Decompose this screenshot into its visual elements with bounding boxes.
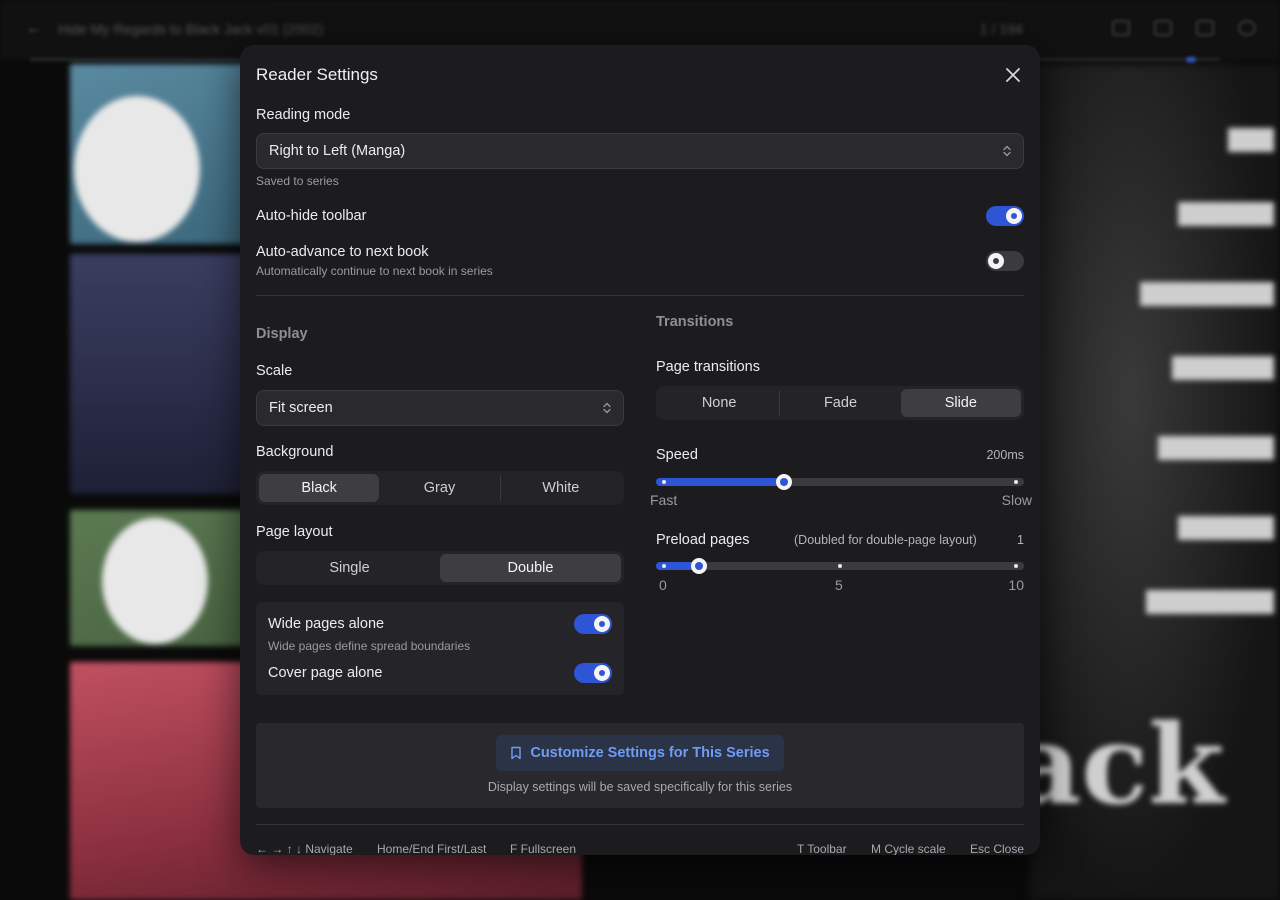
speech-bubble	[74, 96, 200, 242]
wide-pages-alone-description: Wide pages define spread boundaries	[268, 639, 471, 653]
scale-label: Scale	[256, 363, 293, 379]
back-arrow-icon[interactable]: ←	[26, 20, 42, 38]
page-indicator: 1 / 194	[980, 21, 1023, 37]
background-option-white[interactable]: White	[501, 474, 621, 502]
page-layout-label: Page layout	[256, 524, 333, 540]
auto-hide-toolbar-label: Auto-hide toolbar	[256, 208, 367, 224]
book-title: Hide My Regards to Black Jack v01 (2002)	[58, 21, 324, 37]
reader-settings-dialog: Reader Settings Reading mode Right to Le…	[240, 45, 1040, 855]
close-icon	[1006, 68, 1020, 82]
preview-text-block	[1158, 436, 1274, 460]
reading-mode-note: Saved to series	[256, 174, 339, 188]
page-transitions-segmented-control: None Fade Slide	[656, 386, 1024, 420]
preload-tick-label-min: 0	[659, 577, 667, 593]
page-layout-segmented-control: Single Double	[256, 551, 624, 585]
auto-advance-label: Auto-advance to next book	[256, 244, 429, 260]
shortcut-fullscreen: F Fullscreen	[510, 842, 577, 855]
footer-divider	[256, 824, 1024, 825]
bookmark-icon	[511, 746, 522, 760]
toggle-knob	[1006, 208, 1022, 224]
reading-mode-label: Reading mode	[256, 107, 351, 123]
reading-mode-value: Right to Left (Manga)	[269, 143, 406, 159]
slider-tick	[662, 480, 666, 484]
background-option-black[interactable]: Black	[259, 474, 380, 502]
customize-series-button-label: Customize Settings for This Series	[530, 745, 770, 761]
reading-progress-handle[interactable]	[1186, 57, 1196, 63]
customize-series-button[interactable]: Customize Settings for This Series	[496, 735, 784, 771]
preload-tick-label-mid: 5	[835, 577, 843, 593]
shortcut-toolbar: T Toolbar	[797, 842, 847, 855]
slider-tick	[1014, 480, 1018, 484]
page-layout-option-single[interactable]: Single	[259, 554, 440, 582]
transition-option-slide[interactable]: Slide	[900, 389, 1021, 417]
transitions-section-title: Transitions	[656, 314, 734, 330]
preload-pages-value: 1	[1017, 533, 1024, 547]
wide-pages-alone-label: Wide pages alone	[268, 616, 385, 632]
transition-option-fade[interactable]: Fade	[780, 389, 900, 417]
preview-text-block	[1146, 590, 1274, 614]
auto-hide-toolbar-toggle[interactable]	[986, 206, 1024, 226]
page-layout-option-double[interactable]: Double	[440, 554, 621, 582]
preview-text-block	[1228, 128, 1274, 152]
settings-icon[interactable]	[1238, 20, 1256, 36]
preload-slider-thumb[interactable]	[691, 558, 708, 574]
preview-text-block	[1178, 516, 1274, 540]
select-chevron-icon	[603, 402, 611, 414]
speed-slider-fill	[656, 478, 784, 486]
transition-option-none[interactable]: None	[659, 389, 779, 417]
cover-page-alone-toggle[interactable]	[574, 663, 612, 683]
speed-label: Speed	[656, 447, 698, 463]
scale-select[interactable]: Fit screen	[256, 390, 624, 426]
toggle-knob	[594, 616, 610, 632]
shortcut-navigate: ← → ↑ ↓ Navigate	[256, 842, 353, 855]
speed-value: 200ms	[986, 448, 1024, 462]
preload-pages-hint: (Doubled for double-page layout)	[794, 533, 977, 547]
customize-series-note: Display settings will be saved specifica…	[487, 780, 793, 794]
slider-tick	[1014, 564, 1018, 568]
reading-mode-select[interactable]: Right to Left (Manga)	[256, 133, 1024, 169]
display-section-title: Display	[256, 326, 308, 342]
dialog-title: Reader Settings	[256, 65, 378, 84]
preload-pages-slider[interactable]	[656, 558, 1024, 574]
section-divider	[256, 295, 1024, 296]
toggle-knob	[594, 665, 610, 681]
close-button[interactable]	[1002, 64, 1024, 86]
preview-text-block	[1178, 202, 1274, 226]
wide-pages-alone-toggle[interactable]	[574, 614, 612, 634]
preview-text-block	[1140, 282, 1274, 306]
background-label: Background	[256, 444, 334, 460]
background-segmented-control: Black Gray White	[256, 471, 624, 505]
bookmark-icon[interactable]	[1112, 20, 1130, 36]
auto-advance-description: Automatically continue to next book in s…	[256, 264, 493, 278]
slider-tick	[838, 564, 842, 568]
fullscreen-icon[interactable]	[1154, 20, 1172, 36]
toggle-knob	[988, 253, 1004, 269]
shortcut-cycle-scale: M Cycle scale	[871, 842, 946, 855]
slider-tick	[662, 564, 666, 568]
preload-tick-label-max: 10	[1008, 577, 1024, 593]
speed-min-label: Fast	[650, 492, 678, 508]
auto-advance-toggle[interactable]	[986, 251, 1024, 271]
background-option-gray[interactable]: Gray	[379, 474, 499, 502]
shortcut-close: Esc Close	[970, 842, 1025, 855]
scale-value: Fit screen	[269, 400, 333, 416]
page-transitions-label: Page transitions	[656, 359, 760, 375]
speech-bubble	[102, 518, 208, 644]
layout-icon[interactable]	[1196, 20, 1214, 36]
speed-max-label: Slow	[1001, 492, 1032, 508]
speed-slider[interactable]	[656, 474, 1024, 490]
cover-title-text: ack	[1010, 700, 1225, 829]
speed-slider-thumb[interactable]	[775, 474, 792, 490]
cover-page-alone-label: Cover page alone	[268, 665, 383, 681]
shortcut-home-end: Home/End First/Last	[377, 842, 487, 855]
preview-text-block	[1172, 356, 1274, 380]
select-chevron-icon	[1003, 145, 1011, 157]
preload-pages-label: Preload pages	[656, 532, 750, 548]
